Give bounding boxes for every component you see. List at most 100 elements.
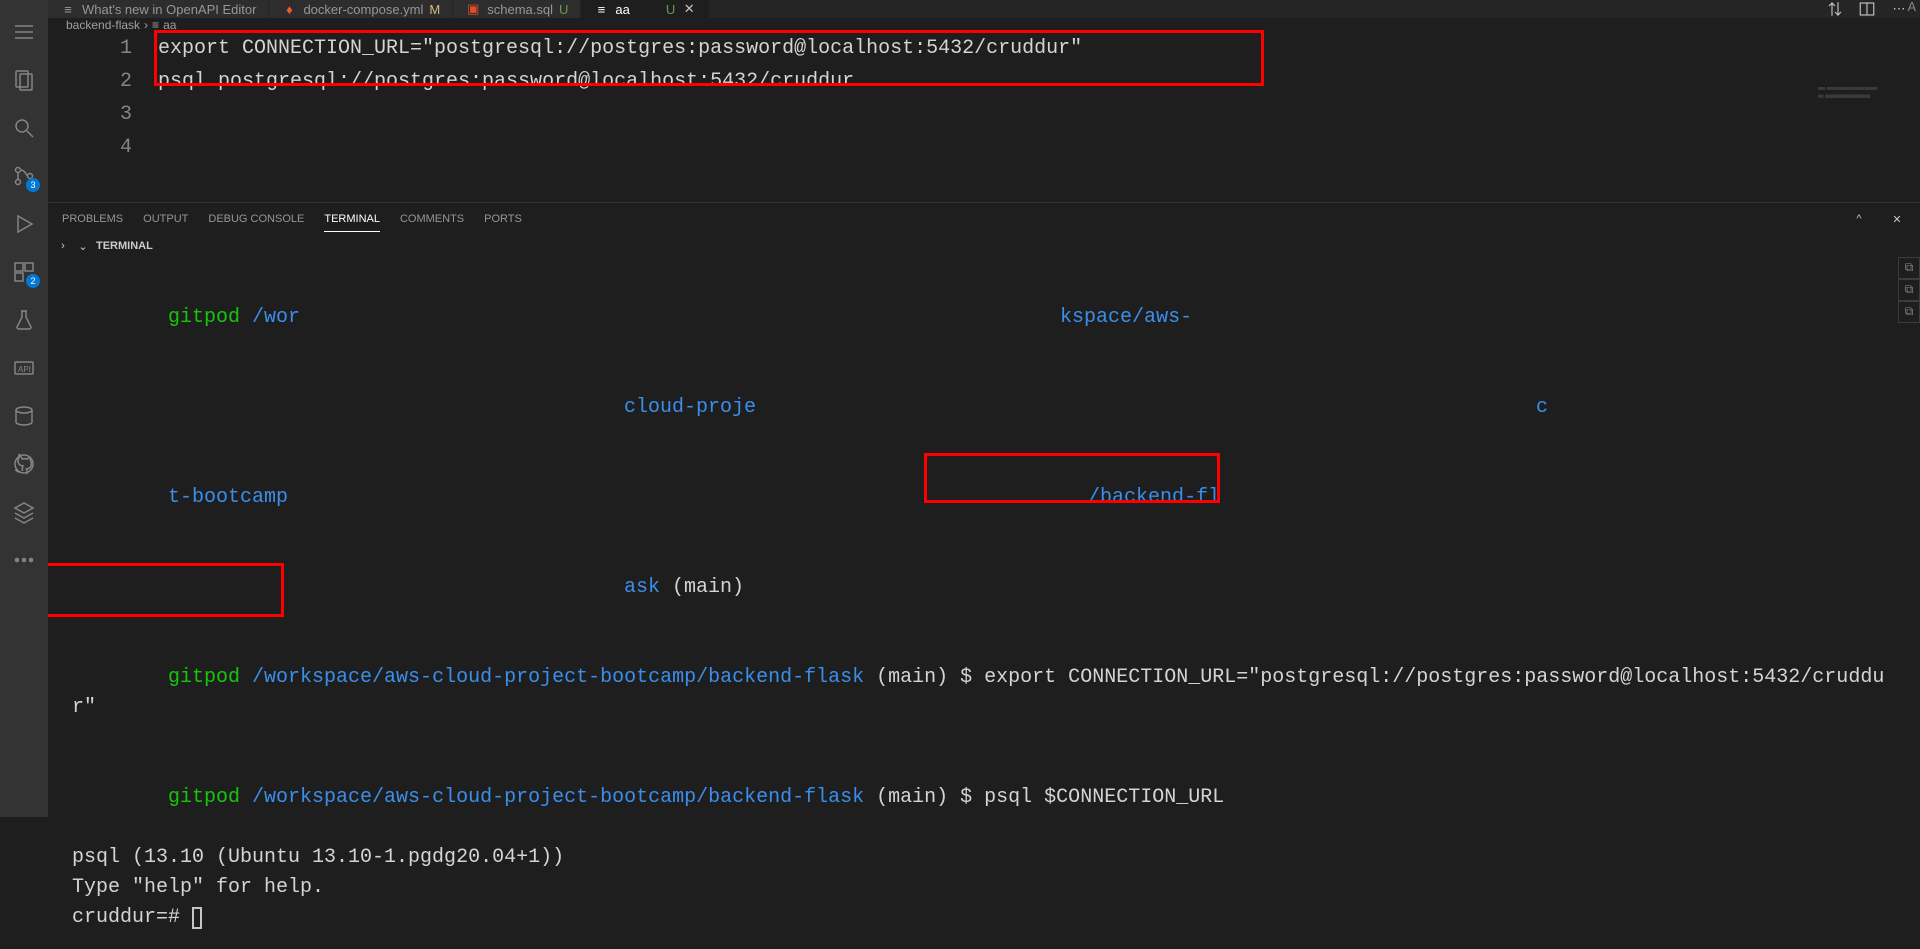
line-number: 1 [48,32,132,65]
term-dollar: $ [960,786,984,809]
menu-icon[interactable] [0,8,48,56]
term-path: /wor [240,306,300,329]
terminal-line: gitpod /workspace/aws-cloud-project-boot… [72,753,1896,843]
terminal-line: gitpod /wor kspace/aws- [72,273,1896,363]
tab-label: aa [615,2,629,17]
panel-tab-output[interactable]: OUTPUT [143,207,188,231]
terminal-line: cruddur=# [72,903,1896,933]
maximize-panel-icon[interactable]: ^ [1850,210,1868,228]
beaker-icon[interactable] [0,296,48,344]
terminal-instance-icon[interactable]: ⧉ [1898,301,1920,323]
database-icon[interactable] [0,392,48,440]
terminal-line: ask (main) [72,543,1896,633]
layers-icon[interactable] [0,488,48,536]
terminal-letter: A [1908,0,1916,16]
split-editor-icon[interactable] [1858,0,1876,18]
docker-icon: ♦ [281,1,297,17]
terminal-line: t-bootcamp/backend-fl [72,453,1896,543]
activity-bar: 3 2 API [0,0,48,817]
panel-tab-terminal[interactable]: TERMINAL [324,207,380,232]
term-path: t-bootcamp [168,486,288,509]
svg-text:API: API [18,365,31,374]
run-debug-icon[interactable] [0,200,48,248]
chevron-right-icon: › [56,239,70,253]
breadcrumb-folder: backend-flask [66,18,140,32]
more-actions-icon[interactable]: ⋯ [1890,0,1908,18]
explorer-icon[interactable] [0,56,48,104]
term-user: gitpod [168,666,240,689]
chevron-down-icon: ⌄ [76,239,90,253]
search-icon[interactable] [0,104,48,152]
tab-label: What's new in OpenAPI Editor [82,2,256,17]
untracked-indicator: U [666,2,675,17]
term-path: ask [624,576,660,599]
tab-bar: ≡ What's new in OpenAPI Editor ♦ docker-… [48,0,1920,18]
term-branch: (main) [864,666,960,689]
tab-openapi[interactable]: ≡ What's new in OpenAPI Editor [48,0,269,18]
tab-label: docker-compose.yml [303,2,423,17]
term-branch: (main) [864,786,960,809]
scm-badge: 3 [26,178,40,192]
term-user: gitpod [168,786,240,809]
cursor-icon [192,907,202,929]
term-path: /workspace/aws-cloud-project-bootcamp/ba… [240,786,864,809]
panel-tabs: PROBLEMS OUTPUT DEBUG CONSOLE TERMINAL C… [48,203,1920,235]
line-number: 3 [48,98,132,131]
term-user: gitpod [168,306,240,329]
terminal-side-stack: ⧉ ⧉ ⧉ [1898,257,1920,323]
code-area[interactable]: export CONNECTION_URL="postgresql://post… [158,32,1920,202]
code-line: export CONNECTION_URL="postgresql://post… [158,32,1920,65]
code-line: psql postgresql://postgres:password@loca… [158,65,1920,98]
gutter: 1 2 3 4 [48,32,158,202]
untracked-indicator: U [559,2,568,17]
term-branch: (main) [660,576,756,599]
source-control-icon[interactable]: 3 [0,152,48,200]
term-path: /backend-fl [1088,486,1220,509]
breadcrumb-file: aa [163,18,176,32]
term-path: kspace/aws- [1060,306,1192,329]
tab-docker-compose[interactable]: ♦ docker-compose.yml M [269,0,453,18]
terminal-title: TERMINAL [96,240,153,252]
extensions-icon[interactable]: 2 [0,248,48,296]
tab-label: schema.sql [487,2,553,17]
panel-tab-comments[interactable]: COMMENTS [400,207,464,231]
main-column: ≡ What's new in OpenAPI Editor ♦ docker-… [48,0,1920,817]
tab-aa[interactable]: ≡ aa U ✕ [581,0,710,18]
modified-indicator: M [429,2,440,17]
term-path: cloud-proje [624,396,756,419]
lines-icon: ≡ [60,1,76,17]
terminal-header[interactable]: › ⌄ TERMINAL A [48,235,1920,257]
lines-icon: ≡ [152,18,159,32]
more-icon[interactable] [0,536,48,584]
terminal-line: cloud-proje c [72,363,1896,453]
term-path: c [1536,396,1548,419]
panel-tab-ports[interactable]: PORTS [484,207,522,231]
tab-schema-sql[interactable]: ▣ schema.sql U [453,0,581,18]
close-panel-icon[interactable]: ✕ [1888,210,1906,228]
chevron-right-icon: › [144,18,148,32]
api-icon[interactable]: API [0,344,48,392]
compare-icon[interactable] [1826,0,1844,18]
panel-tab-problems[interactable]: PROBLEMS [62,207,123,231]
terminal-line: psql (13.10 (Ubuntu 13.10-1.pgdg20.04+1)… [72,843,1896,873]
tab-actions: ⋯ [1826,0,1920,18]
psql-prompt: cruddur=# [72,906,192,929]
github-icon[interactable] [0,440,48,488]
terminal-line: Type "help" for help. [72,873,1896,903]
line-number: 2 [48,65,132,98]
close-icon[interactable]: ✕ [681,1,697,17]
minimap[interactable]: ████ ███████████████████████████████ ███… [1818,87,1908,127]
breadcrumb[interactable]: backend-flask › ≡ aa [48,18,1920,32]
panel: PROBLEMS OUTPUT DEBUG CONSOLE TERMINAL C… [48,202,1920,949]
lines-icon: ≡ [593,1,609,17]
editor[interactable]: 1 2 3 4 export CONNECTION_URL="postgresq… [48,32,1920,202]
db-icon: ▣ [465,1,481,17]
terminal-line: gitpod /workspace/aws-cloud-project-boot… [72,633,1896,753]
term-path: /workspace/aws-cloud-project-bootcamp/ba… [240,666,864,689]
term-cmd: psql $CONNECTION_URL [984,786,1224,809]
line-number: 4 [48,131,132,164]
ext-badge: 2 [26,274,40,288]
panel-tab-debug[interactable]: DEBUG CONSOLE [208,207,304,231]
term-dollar: $ [960,666,984,689]
terminal-body[interactable]: ⧉ ⧉ ⧉ gitpod /wor kspace/aws- cloud-proje… [48,257,1920,949]
